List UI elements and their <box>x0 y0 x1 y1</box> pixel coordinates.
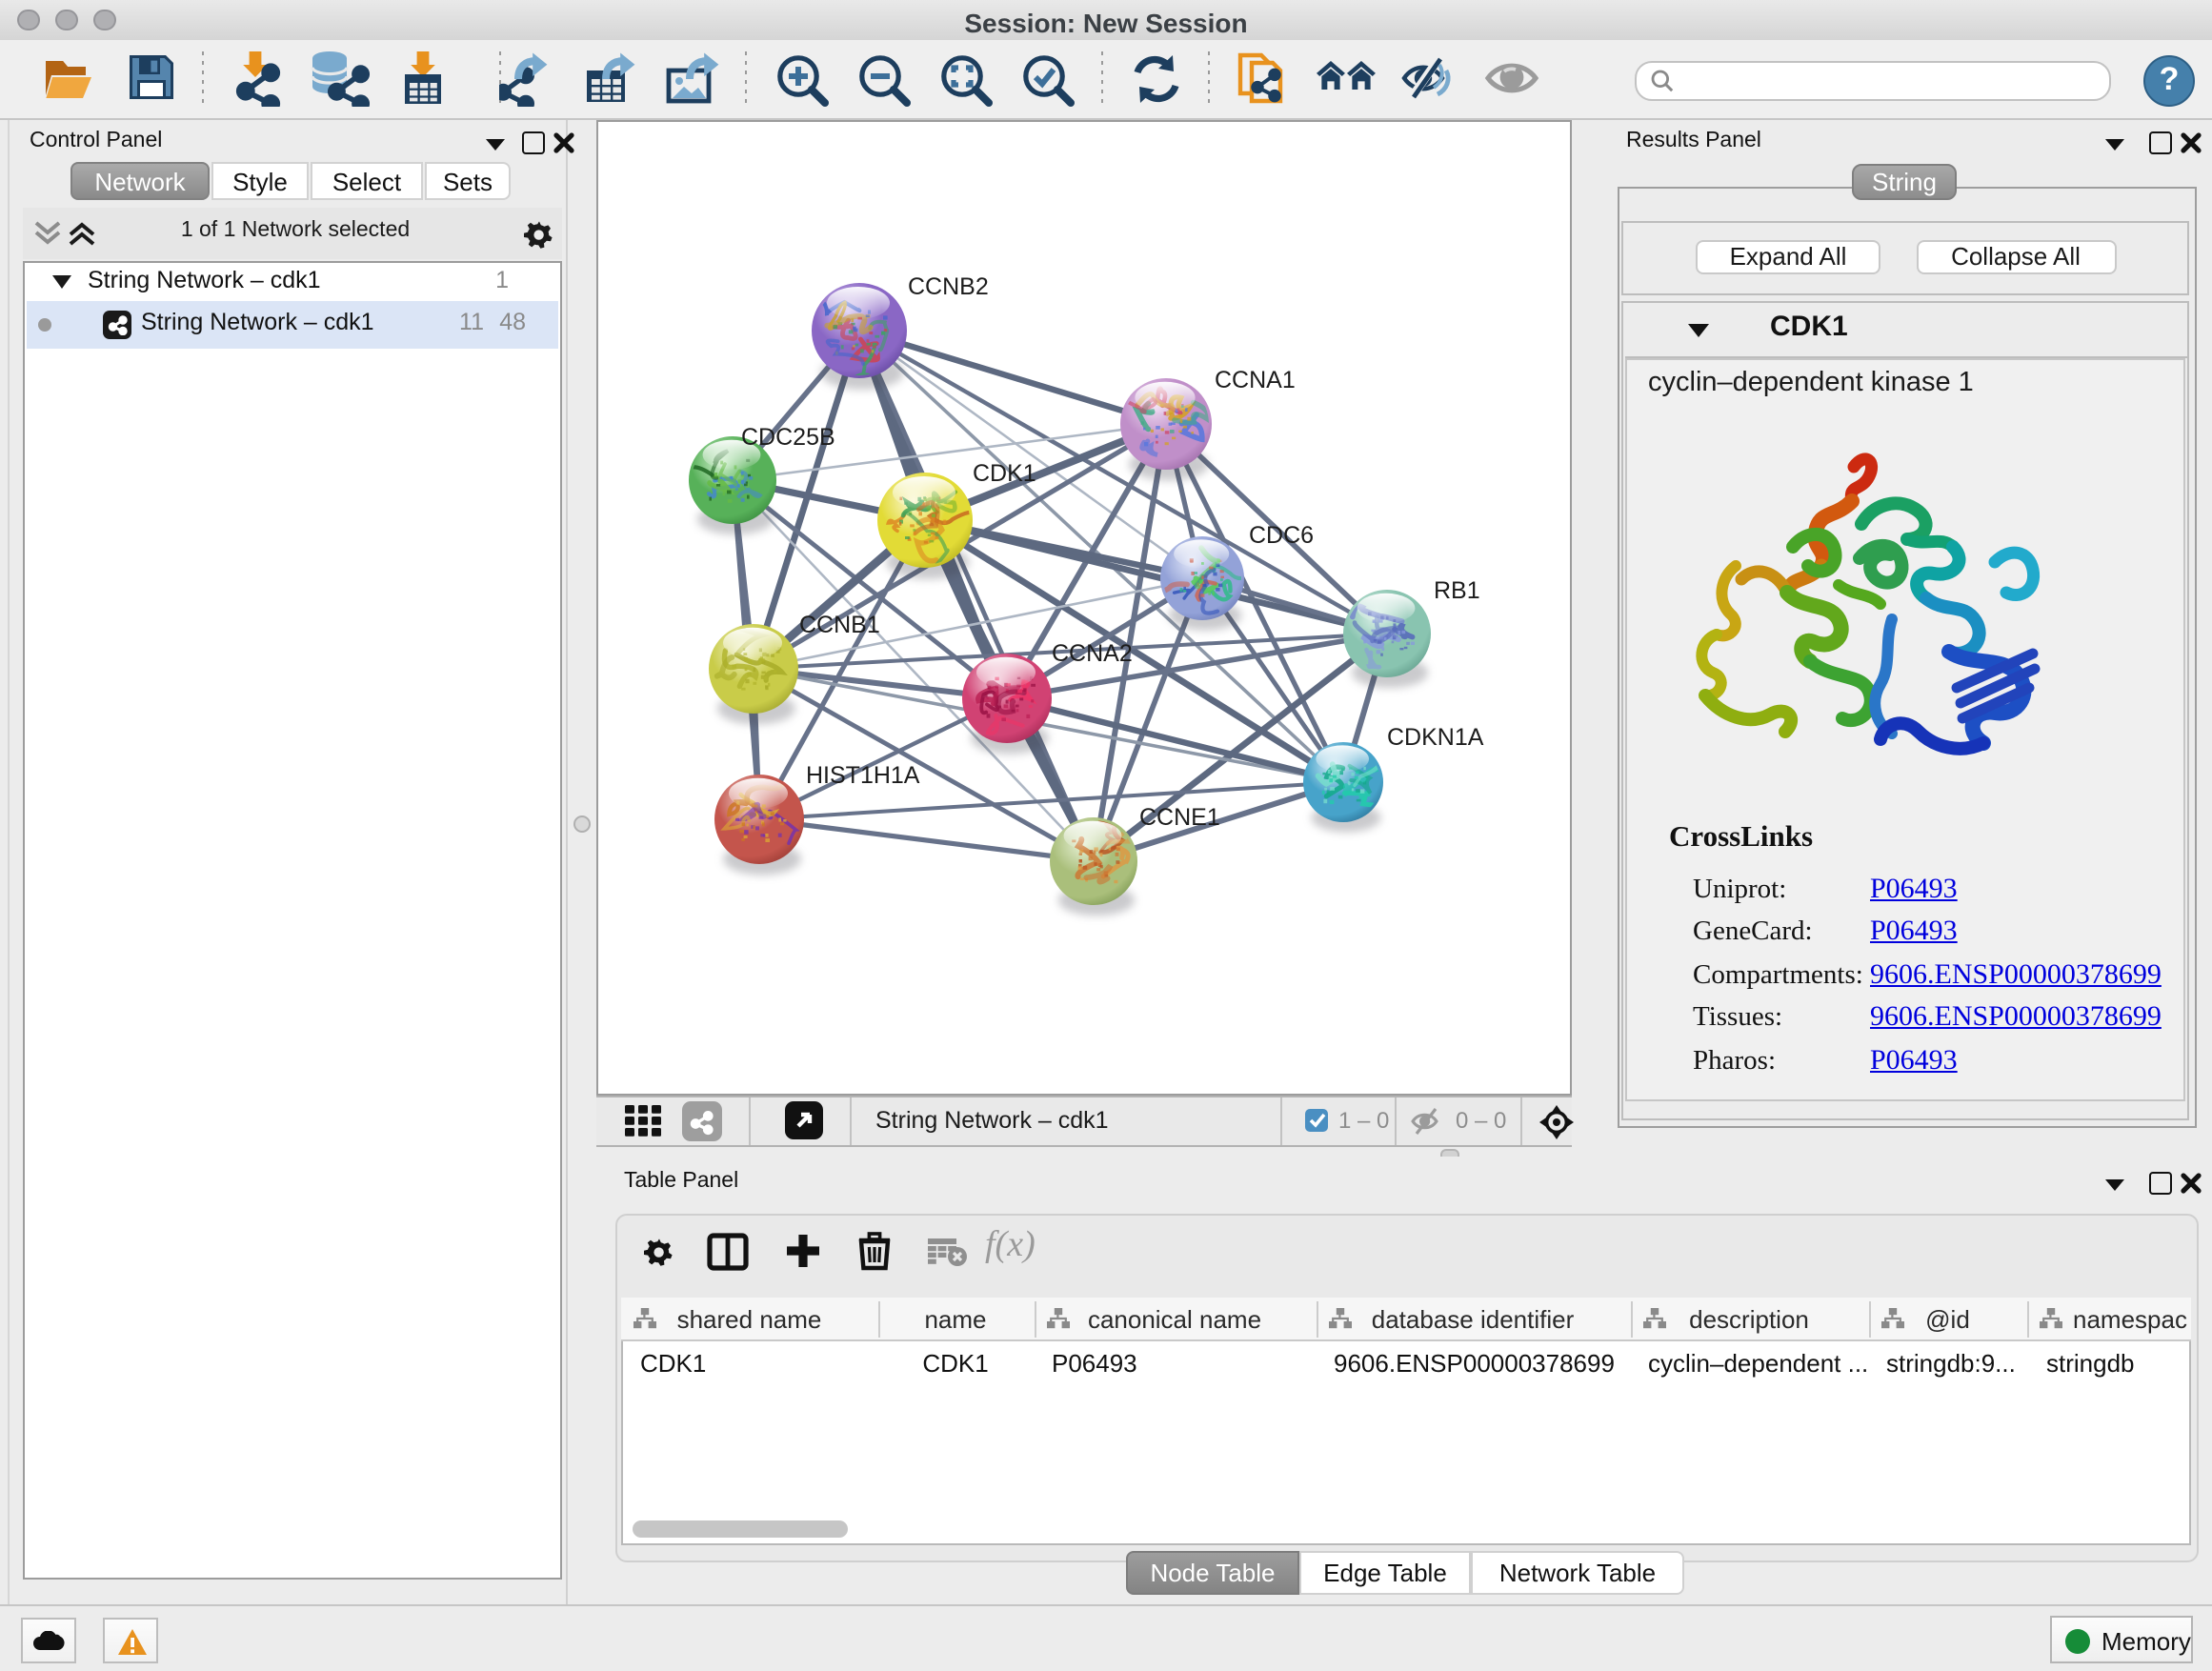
svg-text:HIST1H1A: HIST1H1A <box>805 761 919 788</box>
svg-text:CDC25B: CDC25B <box>740 423 835 450</box>
svg-text:CCNA1: CCNA1 <box>1214 366 1295 393</box>
svg-text:CCNB2: CCNB2 <box>907 272 988 299</box>
svg-text:CDK1: CDK1 <box>972 459 1036 486</box>
svg-text:RB1: RB1 <box>1433 576 1479 603</box>
svg-text:CCNB1: CCNB1 <box>798 611 879 637</box>
svg-text:CDC6: CDC6 <box>1248 521 1313 548</box>
svg-text:CDKN1A: CDKN1A <box>1386 723 1483 750</box>
svg-text:CCNE1: CCNE1 <box>1138 803 1219 830</box>
svg-text:CCNA2: CCNA2 <box>1051 639 1132 666</box>
